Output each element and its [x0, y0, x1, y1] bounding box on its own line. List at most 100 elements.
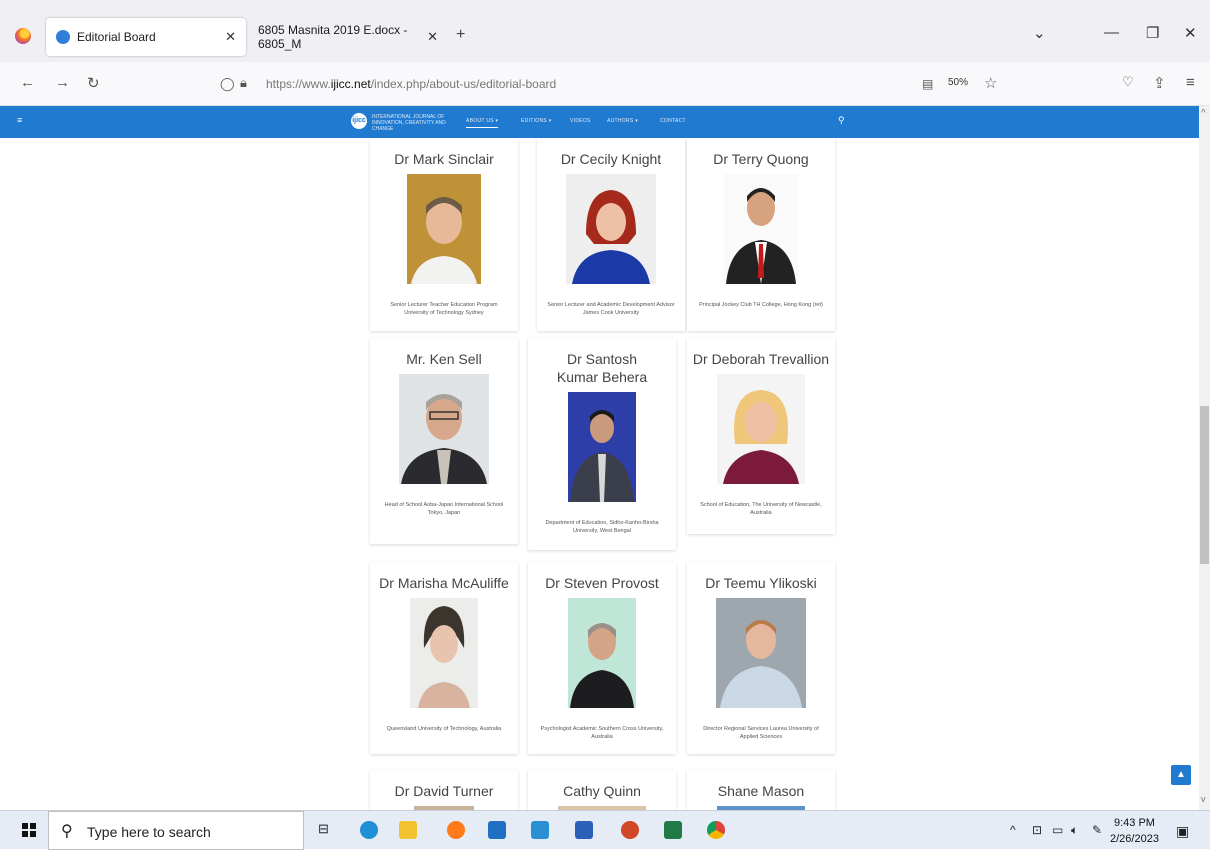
lock-icon[interactable]: 🔒︎ [240, 75, 247, 91]
menu-videos[interactable]: VIDEOS [570, 118, 591, 124]
site-header: ≡ ijicc INTERNATIONAL JOURNAL OF INNOVAT… [0, 106, 1199, 138]
member-photo [407, 174, 481, 284]
member-name: Dr Deborah Trevallion [692, 351, 830, 367]
windows-taskbar: ⚲ Type here to search ⊟ ^ ⊡ ▭ 🔈︎ ✎ 9:43 … [0, 810, 1210, 850]
search-icon[interactable]: ⚲ [838, 115, 845, 126]
board-member-card: Dr Terry Quong Principal Jockey Club TH … [687, 138, 835, 331]
arrow-left-icon[interactable]: ← [20, 74, 35, 91]
calculator-icon[interactable] [531, 821, 549, 839]
hamburger-menu-icon[interactable]: ≡ [17, 115, 22, 125]
system-clock[interactable]: 9:43 PM 2/26/2023 [1110, 815, 1159, 847]
member-name: Dr Teemu Ylikoski [705, 575, 817, 591]
windows-start-icon[interactable] [22, 823, 36, 837]
member-name: Shane Mason [717, 783, 805, 799]
member-name: Cathy Quinn [563, 783, 641, 799]
member-photo [568, 392, 636, 502]
volume-icon[interactable]: 🔈︎ [1071, 823, 1078, 838]
member-photo [724, 174, 798, 284]
reload-icon[interactable]: ↻ [87, 74, 100, 92]
shield-icon[interactable]: ◯ [220, 76, 235, 92]
bookmark-star-icon[interactable]: ☆ [984, 74, 997, 92]
member-affiliation: Senior Lecturer Teacher Education Progra… [390, 302, 498, 316]
board-member-card: Dr Santosh Kumar Behera Department of Ed… [528, 338, 676, 550]
scroll-down-icon[interactable]: v [1201, 794, 1206, 804]
member-photo [399, 374, 489, 484]
url-bar[interactable]: ◯ 🔒︎ https://www.ijicc.net/index.php/abo… [210, 68, 1010, 100]
restore-icon[interactable]: ❐ [1146, 24, 1159, 42]
tray-chevron-icon[interactable]: ^ [1010, 823, 1016, 837]
scrollbar-thumb[interactable] [1200, 406, 1209, 564]
site-logo[interactable]: ijicc [351, 113, 367, 129]
powerpoint-icon[interactable] [621, 821, 639, 839]
member-affiliation: Queensland University of Technology, Aus… [386, 726, 502, 732]
taskbar-search-box[interactable]: ⚲ Type here to search [48, 811, 304, 850]
member-photo [566, 174, 656, 284]
network-icon[interactable]: ⊡ [1032, 823, 1042, 837]
share-icon[interactable]: ⇪ [1153, 74, 1166, 92]
site-favicon-icon [56, 30, 70, 44]
menu-editions[interactable]: EDITIONS ▾ [521, 118, 552, 124]
board-member-card: Dr Marisha McAuliffe Queensland Universi… [370, 562, 518, 754]
member-name: Dr Steven Provost [545, 575, 659, 591]
member-affiliation: Department of Education, Sidho-Kanho-Bir… [545, 520, 659, 534]
member-affiliation: Principal Jockey Club TH College, Hong K… [699, 302, 823, 308]
file-explorer-icon[interactable] [399, 821, 417, 839]
menu-contact[interactable]: CONTACT [660, 118, 686, 124]
member-photo [568, 598, 636, 708]
board-member-card: Cathy Quinn [528, 770, 676, 810]
close-tab-icon[interactable]: ✕ [225, 29, 236, 45]
tab-document[interactable]: 6805 Masnita 2019 E.docx - 6805_M ✕ [248, 18, 438, 56]
notification-icon[interactable]: ▣ [1176, 823, 1189, 840]
menu-icon[interactable]: ≡ [1186, 74, 1195, 91]
minimize-icon[interactable]: — [1104, 24, 1119, 41]
member-affiliation: Senior Lecturer and Academic Development… [547, 302, 675, 316]
tab-editorial-board[interactable]: Editorial Board ✕ [46, 18, 246, 56]
member-affiliation: Psychologist Academic Southern Cross Uni… [540, 726, 664, 740]
member-name: Dr Marisha McAuliffe [379, 575, 509, 591]
board-member-card: Dr Teemu Ylikoski Director Regional Serv… [687, 562, 835, 754]
member-affiliation: Director Regional Services Laurea Univer… [703, 726, 819, 740]
close-window-icon[interactable]: ✕ [1184, 24, 1197, 42]
page-scrollbar[interactable] [1199, 106, 1210, 810]
member-photo [716, 598, 806, 708]
board-member-card: Dr Cecily Knight Senior Lecturer and Aca… [537, 138, 685, 331]
close-tab-icon[interactable]: ✕ [427, 29, 438, 45]
reader-view-icon[interactable]: ▤ [922, 77, 933, 91]
firefox-icon[interactable] [447, 821, 465, 839]
task-view-icon[interactable]: ⊟ [318, 821, 336, 839]
board-member-card: Dr David Turner [370, 770, 518, 810]
mail-icon[interactable] [488, 821, 506, 839]
board-member-card: Dr Deborah Trevallion School of Educatio… [687, 338, 835, 534]
member-affiliation: Head of School Aoba-Japan International … [384, 502, 504, 516]
board-member-card: Dr Steven Provost Psychologist Academic … [528, 562, 676, 754]
back-to-top-button[interactable]: ▲ [1171, 765, 1191, 785]
chrome-icon[interactable] [707, 821, 725, 839]
board-member-card: Dr Mark Sinclair Senior Lecturer Teacher… [370, 138, 518, 331]
word-icon[interactable] [575, 821, 593, 839]
clock-date: 2/26/2023 [1110, 833, 1159, 845]
pocket-icon[interactable]: ♡ [1122, 74, 1134, 90]
menu-about-us[interactable]: ABOUT US ▾ [466, 118, 499, 128]
zoom-level[interactable]: 50% [948, 77, 968, 88]
member-name: Mr. Ken Sell [406, 351, 482, 367]
url-text[interactable]: https://www.ijicc.net/index.php/about-us… [266, 77, 556, 91]
new-tab-icon[interactable]: + [456, 26, 465, 44]
clock-time: 9:43 PM [1113, 817, 1155, 829]
menu-authors[interactable]: AUTHORS ▾ [607, 118, 638, 124]
battery-icon[interactable]: ▭ [1052, 823, 1063, 837]
browser-tab-bar: Editorial Board ✕ 6805 Masnita 2019 E.do… [0, 0, 1210, 62]
pen-icon[interactable]: ✎ [1092, 823, 1102, 837]
excel-icon[interactable] [664, 821, 682, 839]
tab-list-chevron-icon[interactable]: ⌄ [1033, 24, 1046, 42]
arrow-right-icon[interactable]: → [55, 74, 70, 91]
member-name: Dr Santosh Kumar Behera [556, 351, 648, 385]
taskbar-search-placeholder: Type here to search [87, 824, 211, 840]
member-name: Dr Cecily Knight [560, 151, 662, 167]
board-member-card: Shane Mason [687, 770, 835, 810]
firefox-logo-icon[interactable] [15, 28, 31, 44]
scroll-up-icon[interactable]: ^ [1201, 108, 1206, 119]
edge-icon[interactable] [360, 821, 378, 839]
member-name: Dr Mark Sinclair [394, 151, 494, 167]
site-brand[interactable]: INTERNATIONAL JOURNAL OF INNOVATION, CRE… [372, 114, 458, 132]
member-name: Dr Terry Quong [713, 151, 809, 167]
